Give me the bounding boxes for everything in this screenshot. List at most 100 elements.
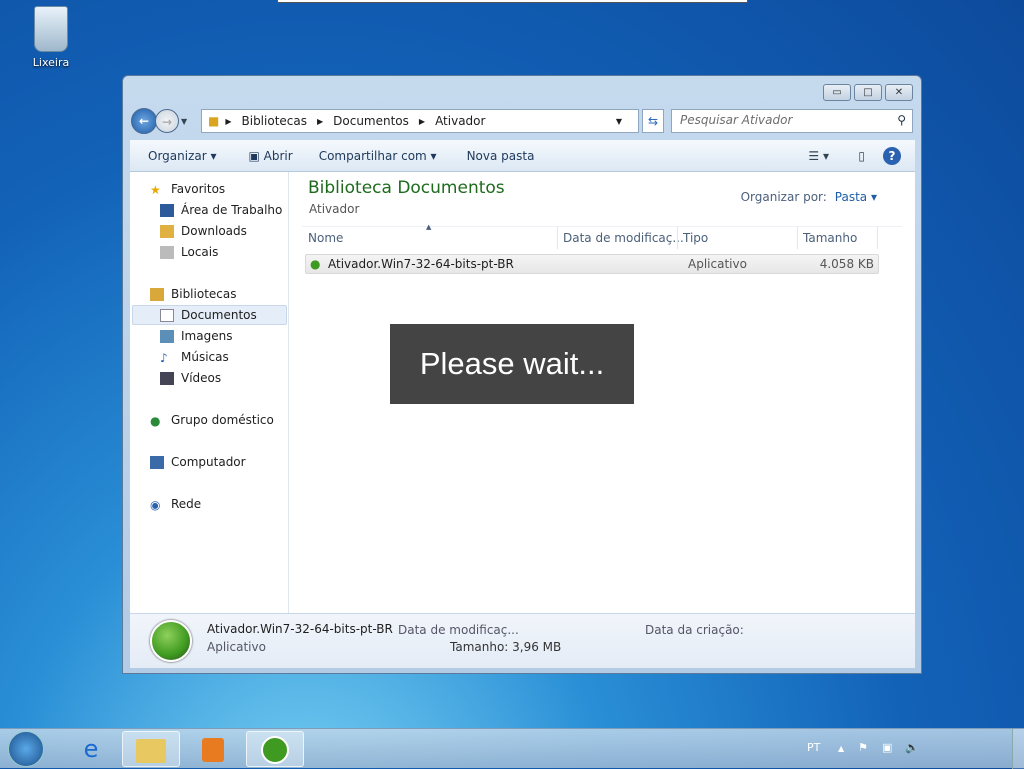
computer-icon bbox=[150, 455, 164, 469]
label: Documentos bbox=[181, 308, 257, 322]
arrange-by[interactable]: Organizar por: Pasta ▾ bbox=[741, 190, 877, 204]
sidebar-item-places[interactable]: Locais bbox=[160, 242, 218, 262]
network-icon[interactable]: ▣ bbox=[882, 741, 892, 754]
label: Favoritos bbox=[171, 182, 226, 196]
label: Downloads bbox=[181, 224, 247, 238]
app-icon: ● bbox=[310, 257, 321, 271]
back-button[interactable]: ← bbox=[131, 108, 157, 134]
forward-button[interactable]: → bbox=[155, 109, 179, 133]
language-indicator[interactable]: PT bbox=[807, 741, 820, 754]
recycle-bin-label: Lixeira bbox=[32, 56, 70, 69]
places-icon bbox=[160, 245, 174, 259]
recycle-bin[interactable]: Lixeira bbox=[22, 6, 80, 69]
top-window-edge bbox=[277, 0, 748, 3]
sidebar-item-music[interactable]: ♪ Músicas bbox=[160, 347, 229, 367]
explorer-taskbar-button[interactable] bbox=[122, 731, 180, 767]
new-folder-button[interactable]: Nova pasta bbox=[467, 149, 535, 163]
volume-icon[interactable]: 🔈 bbox=[905, 741, 919, 754]
refresh-button[interactable]: ⇆ bbox=[642, 109, 664, 133]
minimize-button[interactable]: ▭ bbox=[823, 84, 851, 101]
breadcrumb-ativador[interactable]: Ativador bbox=[435, 114, 485, 128]
address-dropdown-icon[interactable]: ▼ bbox=[616, 117, 622, 126]
label: Grupo doméstico bbox=[171, 413, 274, 427]
app-large-icon bbox=[150, 620, 192, 662]
maximize-button[interactable]: □ bbox=[854, 84, 882, 101]
details-type: Aplicativo bbox=[207, 640, 266, 654]
sidebar-item-libraries[interactable]: Bibliotecas bbox=[150, 284, 236, 304]
breadcrumb-bibliotecas[interactable]: Bibliotecas bbox=[242, 114, 307, 128]
organize-button[interactable]: Organizar ▾ bbox=[148, 149, 217, 163]
chevron-right-icon: ▶ bbox=[316, 116, 324, 126]
help-icon[interactable]: ? bbox=[883, 146, 901, 165]
details-size: Tamanho: 3,96 MB bbox=[450, 640, 562, 654]
recycle-bin-icon bbox=[34, 6, 68, 52]
chevron-right-icon: ▶ bbox=[225, 116, 232, 126]
sidebar-item-computer[interactable]: Computador bbox=[150, 452, 246, 472]
label: Imagens bbox=[181, 329, 233, 343]
label: Bibliotecas bbox=[171, 287, 237, 301]
chevron-right-icon: ▶ bbox=[418, 116, 426, 126]
sidebar-item-desktop[interactable]: Área de Trabalho bbox=[160, 200, 282, 220]
search-icon: ⚲ bbox=[897, 113, 906, 127]
start-button[interactable] bbox=[8, 731, 44, 767]
file-type: Aplicativo bbox=[688, 257, 747, 271]
arrange-dropdown[interactable]: Pasta ▾ bbox=[835, 190, 877, 204]
column-date[interactable]: Data de modificaç... bbox=[563, 231, 684, 245]
view-options-icon[interactable]: ☰ ▾ bbox=[808, 149, 829, 163]
show-hidden-icons[interactable]: ▲ bbox=[838, 744, 844, 753]
documents-icon bbox=[160, 308, 174, 322]
videos-icon bbox=[160, 371, 174, 385]
library-subtitle: Ativador bbox=[309, 202, 360, 216]
sidebar-item-network[interactable]: ◉ Rede bbox=[150, 494, 201, 514]
show-desktop-button[interactable] bbox=[1012, 729, 1024, 769]
command-bar: Organizar ▾ ▣ Abrir Compartilhar com ▾ N… bbox=[130, 140, 915, 172]
please-wait-overlay: Please wait... bbox=[390, 324, 634, 404]
share-button[interactable]: Compartilhar com ▾ bbox=[319, 149, 437, 163]
downloads-icon bbox=[160, 224, 174, 238]
libraries-icon bbox=[150, 287, 164, 301]
network-icon: ◉ bbox=[150, 497, 161, 512]
details-name: Ativador.Win7-32-64-bits-pt-BR bbox=[207, 622, 393, 636]
action-center-flag-icon[interactable]: ⚑ bbox=[858, 741, 868, 754]
search-input[interactable]: Pesquisar Ativador ⚲ bbox=[671, 109, 913, 133]
folder-icon: ■ bbox=[208, 114, 220, 128]
app-icon bbox=[261, 736, 289, 764]
sidebar-item-documents[interactable]: Documentos bbox=[160, 305, 257, 325]
file-size: 4.058 KB bbox=[819, 257, 874, 271]
sidebar-item-downloads[interactable]: Downloads bbox=[160, 221, 247, 241]
media-player-icon bbox=[202, 738, 224, 762]
library-title: Biblioteca Documentos bbox=[308, 178, 505, 198]
address-bar[interactable]: ■ ▶ Bibliotecas ▶ Documentos ▶ Ativador … bbox=[201, 109, 639, 133]
sidebar-item-videos[interactable]: Vídeos bbox=[160, 368, 221, 388]
music-icon: ♪ bbox=[160, 350, 168, 365]
sidebar-item-homegroup[interactable]: ● Grupo doméstico bbox=[150, 410, 274, 430]
sidebar-item-images[interactable]: Imagens bbox=[160, 326, 232, 346]
label: Vídeos bbox=[181, 371, 222, 385]
file-row[interactable]: ● Ativador.Win7-32-64-bits-pt-BR Aplicat… bbox=[305, 254, 879, 274]
desktop-icon bbox=[160, 203, 174, 217]
label: Computador bbox=[171, 455, 246, 469]
sort-ascending-icon: ▲ bbox=[426, 223, 432, 231]
images-icon bbox=[160, 329, 174, 343]
recent-pages-icon[interactable]: ▼ bbox=[181, 117, 187, 126]
navigation-pane: ★ Favoritos Área de Trabalho Downloads Lo… bbox=[130, 172, 289, 613]
file-name: Ativador.Win7-32-64-bits-pt-BR bbox=[328, 257, 514, 271]
label: Músicas bbox=[181, 350, 229, 364]
label: Área de Trabalho bbox=[181, 203, 283, 217]
breadcrumb-documentos[interactable]: Documentos bbox=[333, 114, 409, 128]
media-player-button[interactable] bbox=[184, 731, 242, 767]
column-type[interactable]: Tipo bbox=[683, 231, 708, 245]
internet-explorer-icon[interactable]: e bbox=[62, 731, 120, 767]
ativador-taskbar-button[interactable] bbox=[246, 731, 304, 767]
open-button[interactable]: ▣ Abrir bbox=[249, 149, 293, 163]
star-icon: ★ bbox=[150, 182, 161, 197]
folder-icon bbox=[136, 739, 166, 763]
preview-pane-icon[interactable]: ▯ bbox=[858, 149, 865, 163]
label: Rede bbox=[171, 497, 202, 511]
column-name[interactable]: Nome bbox=[308, 231, 343, 245]
homegroup-icon: ● bbox=[150, 413, 161, 428]
sidebar-item-favorites[interactable]: ★ Favoritos bbox=[150, 179, 225, 199]
column-size[interactable]: Tamanho bbox=[803, 231, 857, 245]
details-created: Data da criação: bbox=[645, 623, 744, 637]
close-button[interactable]: ✕ bbox=[885, 84, 913, 101]
